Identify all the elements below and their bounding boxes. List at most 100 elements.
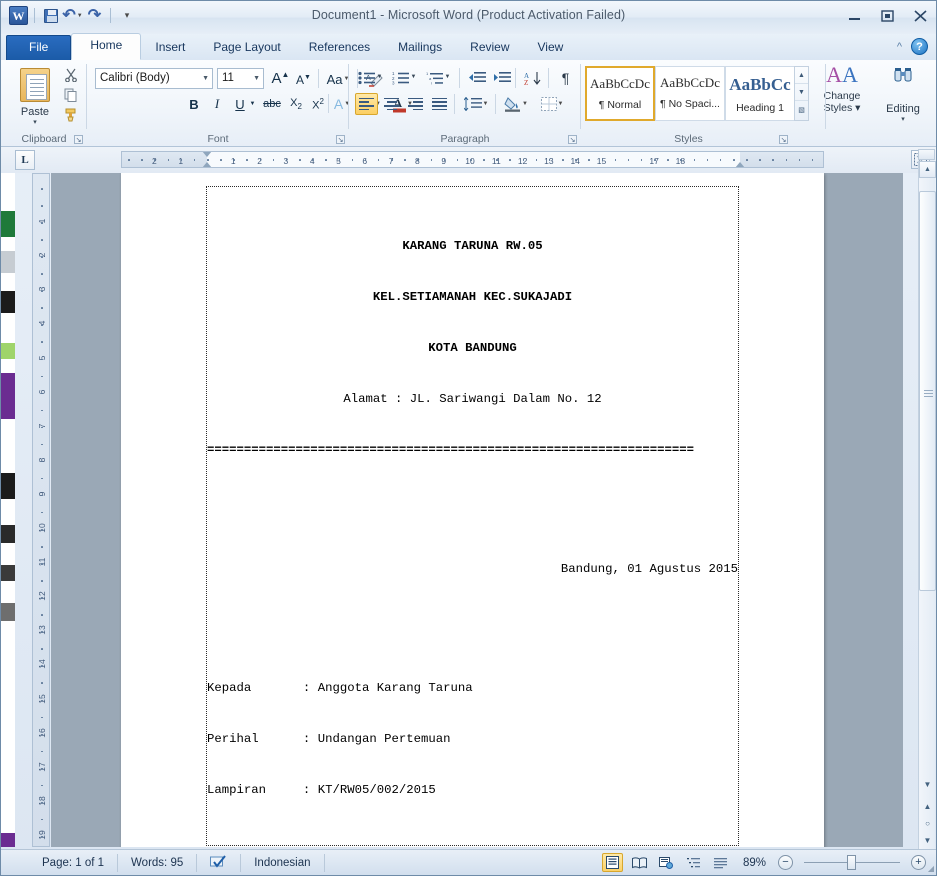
tab-review[interactable]: Review (456, 35, 523, 60)
document-page[interactable]: KARANG TARUNA RW.05 KEL.SETIAMANAH KEC.S… (121, 173, 824, 847)
view-web-layout-button[interactable] (656, 853, 677, 872)
align-center-button[interactable] (380, 93, 403, 115)
binoculars-icon (879, 66, 927, 87)
cut-icon[interactable] (59, 65, 83, 85)
style-no-spacing[interactable]: AaBbCcDc ¶ No Spaci... (655, 66, 725, 121)
scroll-up-button[interactable]: ▲ (919, 161, 936, 178)
bold-icon: B (189, 96, 199, 112)
paste-button[interactable] (18, 66, 52, 104)
status-proofing[interactable] (197, 853, 242, 872)
hanging-indent-marker[interactable] (202, 162, 212, 167)
vertical-ruler[interactable]: 1 2 3 4 5 6 7 8 9 10 11 12 13 14 15 16 17 18 19 (32, 173, 50, 847)
shrink-font-button[interactable]: A▼ (293, 69, 314, 90)
tab-mailings[interactable]: Mailings (384, 35, 456, 60)
scrollbar-thumb[interactable] (919, 191, 936, 591)
tab-view[interactable]: View (524, 35, 578, 60)
restore-button[interactable] (878, 9, 897, 23)
align-left-button[interactable] (355, 93, 378, 115)
zoom-in-button[interactable]: + (911, 855, 926, 870)
right-indent-marker[interactable] (735, 162, 745, 167)
borders-button[interactable]: ▼ (537, 93, 567, 115)
zoom-slider[interactable] (804, 855, 900, 870)
strikethrough-button[interactable]: abc (261, 93, 283, 115)
view-outline-button[interactable] (683, 853, 704, 872)
select-browse-object-button[interactable]: ○ (919, 815, 936, 832)
tab-page-layout[interactable]: Page Layout (199, 35, 294, 60)
line-spacing-button[interactable]: ▼ (461, 93, 491, 115)
editing-button[interactable]: Editing ▾ (879, 66, 927, 123)
vertical-scrollbar[interactable]: ▲ ▼ ▲ ○ ▼ (918, 161, 936, 849)
chevron-down-icon: ▼ (444, 74, 451, 80)
zoom-slider-thumb[interactable] (847, 855, 856, 870)
vruler-minor-tick (41, 665, 43, 667)
change-styles-button[interactable]: AA Change Styles ▾ (813, 64, 871, 115)
minimize-ribbon-icon[interactable]: ^ (897, 41, 902, 53)
align-right-button[interactable] (404, 93, 427, 115)
status-page[interactable]: Page: 1 of 1 (29, 853, 119, 872)
chevron-down-icon[interactable]: ▼ (253, 75, 260, 82)
copy-icon[interactable] (59, 85, 83, 105)
numbering-dropdown[interactable]: ▼ (408, 70, 419, 84)
tab-home[interactable]: Home (71, 33, 142, 60)
shading-button[interactable]: ▼ (501, 93, 531, 115)
status-words[interactable]: Words: 95 (118, 853, 198, 872)
scroll-down-button[interactable]: ▼ (919, 776, 936, 793)
underline-dropdown[interactable]: ▼ (247, 97, 258, 111)
previous-page-button[interactable]: ▲ (919, 798, 936, 815)
split-window-handle[interactable] (918, 149, 935, 160)
view-print-layout-button[interactable] (601, 853, 623, 872)
status-language[interactable]: Indonesian (241, 853, 325, 872)
paragraph-dialog-launcher[interactable]: ↘ (568, 135, 577, 144)
styles-more-button[interactable]: ▧ (795, 101, 808, 118)
decrease-indent-button[interactable] (465, 67, 488, 89)
ribbon-group-editing: Editing ▾ (871, 60, 936, 147)
style-heading-1[interactable]: AaBbCс Heading 1 (725, 66, 795, 121)
format-painter-icon[interactable] (59, 105, 83, 125)
numbering-icon: 123 (392, 71, 409, 85)
clipboard-dialog-launcher[interactable]: ↘ (74, 135, 83, 144)
ruler-minor-tick (167, 159, 170, 161)
superscript-button[interactable]: X2 (307, 93, 329, 115)
increase-indent-button[interactable] (490, 67, 513, 89)
italic-button[interactable]: I (206, 93, 228, 115)
tab-insert[interactable]: Insert (141, 35, 199, 60)
zoom-level[interactable]: 89% (743, 857, 766, 869)
font-dialog-launcher[interactable]: ↘ (336, 135, 345, 144)
ruler-tick-label: 14 (570, 156, 580, 166)
chevron-down-icon[interactable]: ▼ (202, 75, 209, 82)
multilevel-dropdown[interactable]: ▼ (442, 70, 453, 84)
sort-button[interactable]: AZ (521, 67, 545, 89)
resize-grip-icon[interactable]: ◢ (928, 864, 934, 873)
help-icon[interactable]: ? (911, 38, 928, 55)
font-name-input[interactable]: Calibri (Body) ▼ (95, 68, 213, 89)
tab-stop-selector[interactable]: L (15, 150, 35, 170)
ruler-minor-tick (575, 159, 577, 161)
grow-font-button[interactable]: A▲ (269, 67, 292, 90)
zoom-out-button[interactable]: − (778, 855, 793, 870)
styles-scroll-down[interactable]: ▼ (795, 84, 808, 101)
styles-scroll-up[interactable]: ▲ (795, 67, 808, 84)
document-canvas[interactable]: KARANG TARUNA RW.05 KEL.SETIAMANAH KEC.S… (51, 173, 903, 847)
minimize-button[interactable] (845, 9, 864, 23)
bold-button[interactable]: B (183, 93, 205, 115)
vruler-tick-label: 15 (37, 693, 47, 704)
close-button[interactable] (911, 9, 930, 23)
style-normal[interactable]: AaBbCcDc ¶ Normal (585, 66, 655, 121)
tab-references[interactable]: References (295, 35, 384, 60)
styles-gallery-scroll[interactable]: ▲ ▼ ▧ (794, 66, 809, 121)
chevron-down-icon[interactable]: ▾ (879, 115, 927, 123)
horizontal-ruler[interactable]: 2 1 1 2 3 4 5 6 7 8 9 10 11 12 13 14 15 17 18 (121, 151, 824, 168)
font-size-input[interactable]: 11 ▼ (217, 68, 264, 89)
tab-file[interactable]: File (6, 35, 72, 60)
show-formatting-marks-button[interactable]: ¶ (554, 67, 577, 89)
next-page-button[interactable]: ▼ (919, 832, 936, 849)
styles-dialog-launcher[interactable]: ↘ (779, 135, 788, 144)
subscript-button[interactable]: X2 (285, 93, 307, 115)
document-text[interactable]: KARANG TARUNA RW.05 KEL.SETIAMANAH KEC.S… (207, 187, 738, 847)
justify-button[interactable] (428, 93, 451, 115)
vruler-minor-tick (41, 529, 43, 531)
bullets-dropdown[interactable]: ▼ (374, 70, 385, 84)
first-line-indent-marker[interactable] (202, 152, 212, 157)
view-draft-button[interactable] (710, 853, 731, 872)
view-full-screen-reading-button[interactable] (629, 853, 650, 872)
